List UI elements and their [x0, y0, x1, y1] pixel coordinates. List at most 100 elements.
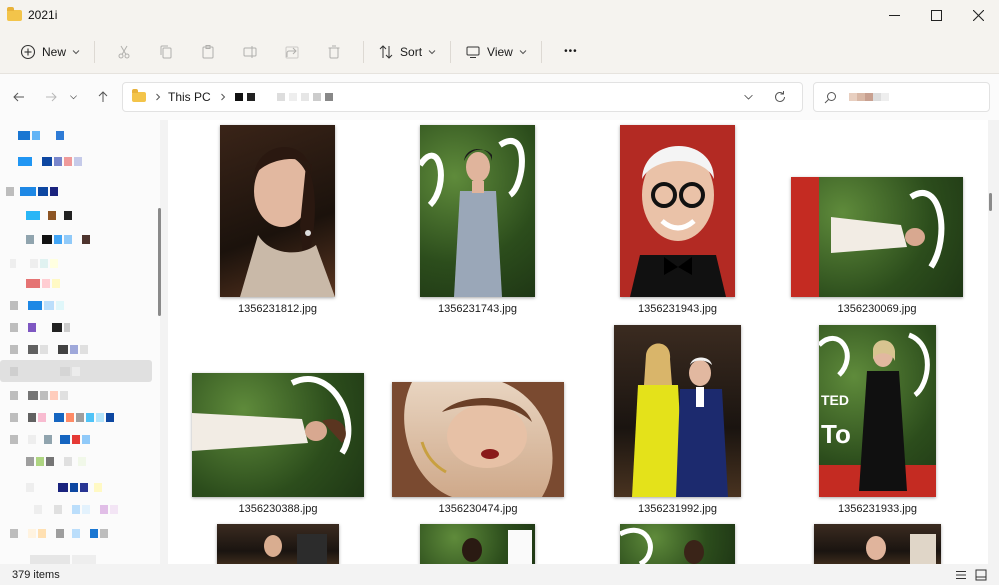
nav-item[interactable]: [0, 522, 152, 544]
portrait-illustration: [264, 534, 327, 564]
chevron-down-icon: [428, 49, 436, 54]
file-tile[interactable]: [420, 524, 535, 564]
nav-item[interactable]: [0, 252, 152, 274]
file-tile[interactable]: 1356230388.jpg: [192, 373, 364, 515]
file-tile[interactable]: 1356231943.jpg: [620, 125, 735, 315]
folder-icon: [7, 6, 22, 21]
details-view-button[interactable]: [951, 567, 971, 582]
paste-button[interactable]: [187, 36, 229, 68]
nav-item-selected[interactable]: [0, 360, 152, 382]
image-thumbnail: [217, 524, 339, 564]
more-options-button[interactable]: •••: [550, 36, 592, 68]
close-button[interactable]: [957, 0, 999, 30]
window-controls: [873, 0, 999, 30]
separator: [450, 40, 452, 63]
list-icon: [956, 570, 966, 579]
back-button[interactable]: [5, 83, 33, 111]
nav-item[interactable]: [0, 498, 152, 520]
address-dropdown-button[interactable]: [732, 83, 764, 111]
search-icon: [824, 91, 836, 103]
delete-button[interactable]: [313, 36, 355, 68]
navigation-scrollbar[interactable]: [158, 208, 161, 316]
portrait-illustration: [462, 530, 532, 564]
portrait-illustration: [240, 147, 335, 297]
window-title: 2021i: [28, 8, 58, 22]
nav-item[interactable]: [0, 406, 152, 428]
file-tile[interactable]: [620, 524, 735, 564]
file-tile[interactable]: [814, 524, 941, 564]
file-tile[interactable]: 1356230069.jpg: [791, 177, 963, 315]
forward-button[interactable]: [37, 83, 65, 111]
breadcrumb-this-pc[interactable]: This PC: [168, 90, 211, 104]
folder-icon: [132, 89, 146, 102]
nav-item[interactable]: [0, 294, 152, 316]
chevron-down-icon: [72, 49, 80, 54]
sort-icon: [379, 44, 393, 59]
file-name: 1356230388.jpg: [238, 503, 318, 515]
up-button[interactable]: [89, 83, 117, 111]
nav-item[interactable]: [0, 124, 152, 146]
new-label: New: [42, 44, 67, 59]
refresh-button[interactable]: [764, 83, 796, 111]
image-thumbnail: [192, 373, 364, 497]
nav-item[interactable]: [0, 450, 152, 472]
nav-item[interactable]: [0, 180, 152, 202]
refresh-icon: [775, 91, 785, 102]
rename-button[interactable]: [229, 36, 271, 68]
chevron-right-icon: [220, 93, 225, 101]
nav-item[interactable]: [0, 272, 152, 294]
image-thumbnail: [614, 325, 741, 497]
portrait-illustration: [392, 382, 564, 497]
sort-button[interactable]: Sort: [372, 36, 442, 68]
minimize-button[interactable]: [873, 0, 915, 30]
maximize-button[interactable]: [915, 0, 957, 30]
chevron-down-icon: [519, 49, 527, 54]
portrait-illustration: [632, 343, 728, 497]
file-tile[interactable]: TED To 1356231933.jpg: [819, 325, 936, 515]
address-bar[interactable]: This PC: [122, 82, 803, 112]
svg-text:TED: TED: [821, 392, 849, 408]
recent-locations-button[interactable]: [63, 83, 83, 111]
new-button[interactable]: New: [14, 36, 86, 68]
large-icons-view-button[interactable]: [971, 567, 991, 582]
search-input[interactable]: [813, 82, 990, 112]
nav-item[interactable]: [0, 150, 152, 172]
cut-button[interactable]: [103, 36, 145, 68]
chevron-down-icon: [69, 94, 77, 99]
nav-item[interactable]: [0, 384, 152, 406]
view-label: View: [487, 44, 513, 59]
clipboard-icon: [202, 44, 214, 58]
separator: [363, 40, 365, 63]
file-tile[interactable]: 1356231812.jpg: [220, 125, 335, 315]
monitor-icon: [466, 46, 480, 58]
nav-item[interactable]: [0, 228, 152, 250]
chevron-down-icon: [743, 94, 753, 100]
image-thumbnail: [420, 125, 535, 297]
nav-item[interactable]: [0, 316, 152, 338]
scissors-icon: [118, 45, 130, 58]
portrait-illustration: [420, 138, 525, 297]
image-thumbnail: [420, 524, 535, 564]
nav-item[interactable]: [0, 428, 152, 450]
nav-item[interactable]: [0, 476, 152, 498]
image-thumbnail: [620, 524, 735, 564]
file-name: 1356231943.jpg: [638, 303, 717, 315]
view-button[interactable]: View: [459, 36, 533, 68]
file-tile[interactable]: [217, 524, 339, 564]
nav-item[interactable]: [0, 204, 152, 226]
file-name: 1356231992.jpg: [638, 503, 717, 515]
file-name: 1356231812.jpg: [238, 303, 317, 315]
nav-item[interactable]: [0, 548, 152, 564]
file-view-scrollbar[interactable]: [989, 193, 992, 211]
separator: [540, 40, 542, 63]
file-tile[interactable]: 1356230474.jpg: [392, 382, 564, 515]
file-tile[interactable]: 1356231743.jpg: [420, 125, 535, 315]
image-thumbnail: [220, 125, 335, 297]
copy-button[interactable]: [145, 36, 187, 68]
svg-text:To: To: [821, 419, 851, 449]
sort-label: Sort: [400, 44, 423, 59]
file-tile[interactable]: 1356231992.jpg: [614, 325, 741, 515]
nav-item[interactable]: [0, 338, 152, 360]
share-button[interactable]: [271, 36, 313, 68]
image-thumbnail: [620, 125, 735, 297]
